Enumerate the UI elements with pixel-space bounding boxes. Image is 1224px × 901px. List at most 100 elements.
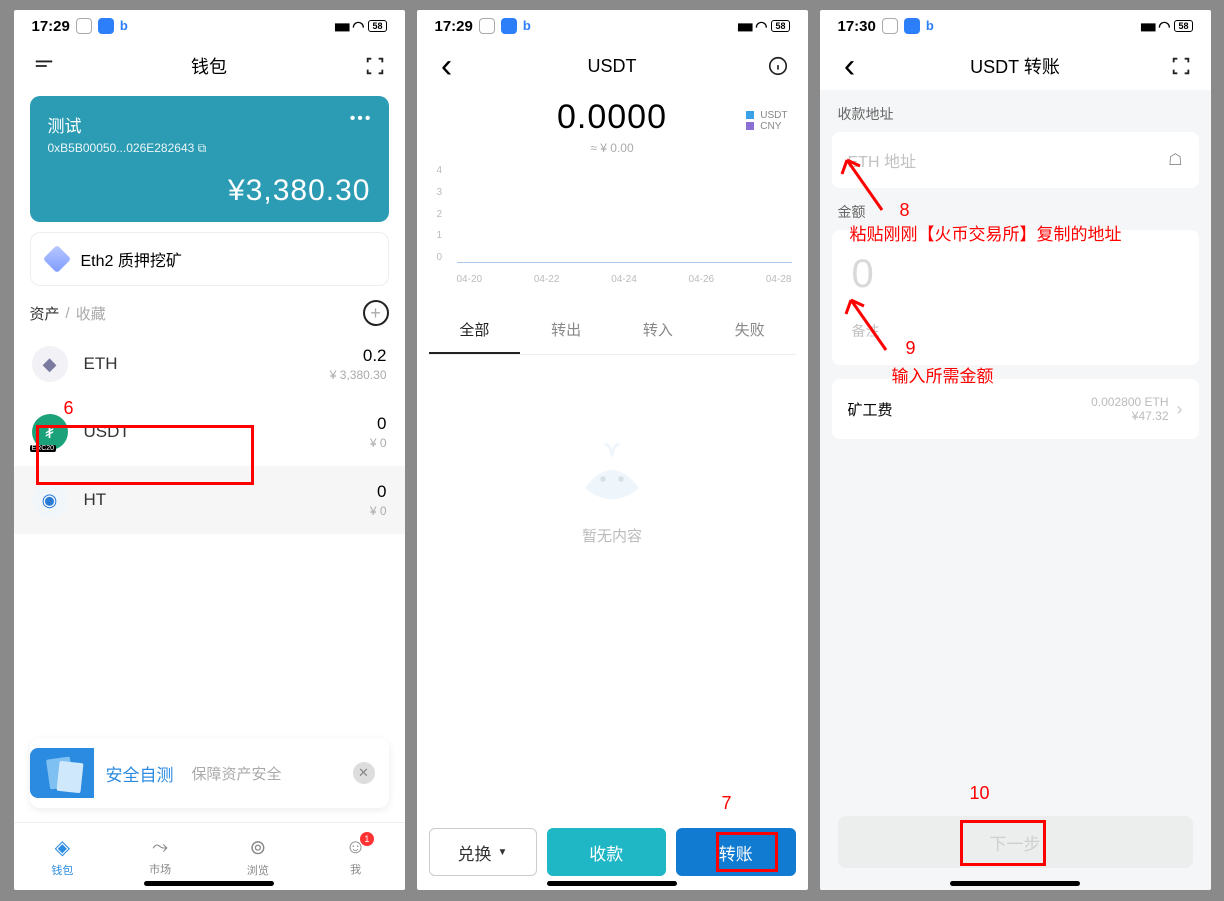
badge: 1 (360, 832, 374, 846)
eth-icon: ◆ (32, 346, 68, 382)
signal-icon (1140, 19, 1154, 33)
nav-market[interactable]: ⤳市场 (111, 823, 209, 890)
tab-all[interactable]: 全部 (429, 307, 521, 354)
amount-input[interactable]: 0 (848, 246, 1183, 317)
chart-legend: USDT CNY (746, 110, 787, 132)
memo-input[interactable]: 备注 (848, 317, 1183, 349)
wallet-card[interactable]: ••• 测试 0xB5B00050...026E282643 ⧉ ¥3,380.… (30, 96, 389, 222)
battery-icon: 58 (771, 20, 789, 32)
status-bar: 17:29 b 58 (417, 10, 808, 42)
balance-chart: 4 3 2 1 0 04-20 04-22 04-24 04-26 04-28 (429, 165, 796, 285)
tab-assets[interactable]: 资产 (30, 303, 60, 324)
app-icon-b: b (120, 18, 136, 34)
status-time: 17:29 (435, 18, 473, 35)
diamond-icon (42, 245, 70, 273)
asset-row-eth[interactable]: ◆ ETH 0.2 ¥ 3,380.30 (14, 330, 405, 398)
app-header: 钱包 (14, 42, 405, 90)
back-icon[interactable] (433, 52, 461, 80)
app-header: USDT (417, 42, 808, 90)
whale-icon (567, 425, 657, 515)
miner-fee-row[interactable]: 矿工费 0.002800 ETH ¥47.32 › (832, 379, 1199, 439)
status-bar: 17:30 b 58 (820, 10, 1211, 42)
exchange-button[interactable]: 兑换▼ (429, 828, 537, 876)
close-icon[interactable]: ✕ (353, 762, 375, 784)
home-indicator[interactable] (950, 881, 1080, 886)
home-indicator[interactable] (547, 881, 677, 886)
tab-out[interactable]: 转出 (520, 307, 612, 354)
address-card: ETH 地址 ☖ (832, 132, 1199, 188)
wallet-menu-icon[interactable]: ••• (350, 110, 373, 128)
tx-tabs: 全部 转出 转入 失败 (429, 307, 796, 355)
status-bar: 17:29 b 58 (14, 10, 405, 42)
asset-symbol: HT (84, 490, 107, 510)
info-icon[interactable] (764, 52, 792, 80)
send-button[interactable]: 转账 (676, 828, 796, 876)
browse-icon: ⊚ (249, 835, 266, 860)
nav-me[interactable]: ☺1我 (307, 823, 405, 890)
app-icon (904, 18, 920, 34)
address-placeholder: ETH 地址 (848, 148, 916, 172)
tab-favorites[interactable]: 收藏 (76, 303, 106, 324)
home-indicator[interactable] (144, 881, 274, 886)
contact-icon[interactable]: ☖ (1168, 150, 1182, 170)
asset-tabs: 资产 / 收藏 + (14, 300, 405, 330)
status-time: 17:30 (838, 18, 876, 35)
next-button[interactable]: 下一步 (838, 816, 1193, 868)
legend-swatch-cny (746, 122, 754, 130)
asset-row-ht[interactable]: ◉ HT 0 ¥ 0 (14, 466, 405, 534)
usdt-icon: ₮ (32, 414, 68, 450)
asset-fiat: ¥ 0 (370, 504, 387, 518)
security-banner[interactable]: 安全自测 保障资产安全 ✕ (30, 738, 389, 808)
asset-amount: 0.2 (330, 346, 387, 366)
menu-icon[interactable] (30, 52, 58, 80)
nav-browse[interactable]: ⊚浏览 (209, 823, 307, 890)
chart-plot (457, 165, 792, 263)
bottom-nav: ◈钱包 ⤳市场 ⊚浏览 ☺1我 (14, 822, 405, 890)
stake-label: Eth2 质押挖矿 (81, 247, 182, 271)
scan-icon[interactable] (1167, 52, 1195, 80)
add-asset-button[interactable]: + (363, 300, 389, 326)
asset-fiat: ¥ 3,380.30 (330, 368, 387, 382)
asset-symbol: USDT (84, 422, 130, 442)
amount-label: 金额 (820, 188, 1211, 230)
empty-text: 暂无内容 (582, 525, 642, 546)
wifi-icon (1158, 18, 1170, 35)
banner-title: 安全自测 (106, 761, 174, 786)
app-icon-b: b (523, 18, 539, 34)
scan-icon[interactable] (361, 52, 389, 80)
qr-icon[interactable]: ⧉ (198, 141, 207, 155)
asset-symbol: ETH (84, 354, 118, 374)
legend-swatch-usdt (746, 111, 754, 119)
receive-button[interactable]: 收款 (547, 828, 667, 876)
eth2-stake-row[interactable]: Eth2 质押挖矿 (30, 232, 389, 286)
chevron-right-icon: › (1177, 399, 1183, 420)
empty-state: 暂无内容 (417, 355, 808, 890)
app-header: USDT 转账 (820, 42, 1211, 90)
phone-usdt-detail: 17:29 b 58 USDT 0.0000 ≈ ¥ 0.00 USDT CNY… (417, 10, 808, 890)
wifi-icon (352, 18, 364, 35)
status-time: 17:29 (32, 18, 70, 35)
ht-icon: ◉ (32, 482, 68, 518)
back-icon[interactable] (836, 52, 864, 80)
alarm-icon (479, 18, 495, 34)
signal-icon (334, 19, 348, 33)
fee-label: 矿工费 (848, 399, 893, 420)
asset-amount: 0 (370, 414, 387, 434)
asset-row-usdt[interactable]: ₮ USDT 0 ¥ 0 (14, 398, 405, 466)
nav-wallet[interactable]: ◈钱包 (14, 823, 112, 890)
token-balance-fiat: ≈ ¥ 0.00 (417, 141, 808, 155)
chevron-down-icon: ▼ (498, 847, 508, 858)
address-input[interactable]: ETH 地址 ☖ (848, 148, 1183, 172)
signal-icon (737, 19, 751, 33)
app-icon-b: b (926, 18, 942, 34)
asset-fiat: ¥ 0 (370, 436, 387, 450)
tab-in[interactable]: 转入 (612, 307, 704, 354)
tab-fail[interactable]: 失败 (704, 307, 796, 354)
battery-icon: 58 (1174, 20, 1192, 32)
wallet-name: 测试 (48, 112, 371, 137)
app-icon (98, 18, 114, 34)
fee-main: 0.002800 ETH (1091, 395, 1168, 409)
wallet-balance: ¥3,380.30 (48, 174, 371, 208)
page-title: 钱包 (58, 53, 361, 79)
phone-wallet-home: 17:29 b 58 钱包 ••• 测试 0xB5B00050...026E28… (14, 10, 405, 890)
